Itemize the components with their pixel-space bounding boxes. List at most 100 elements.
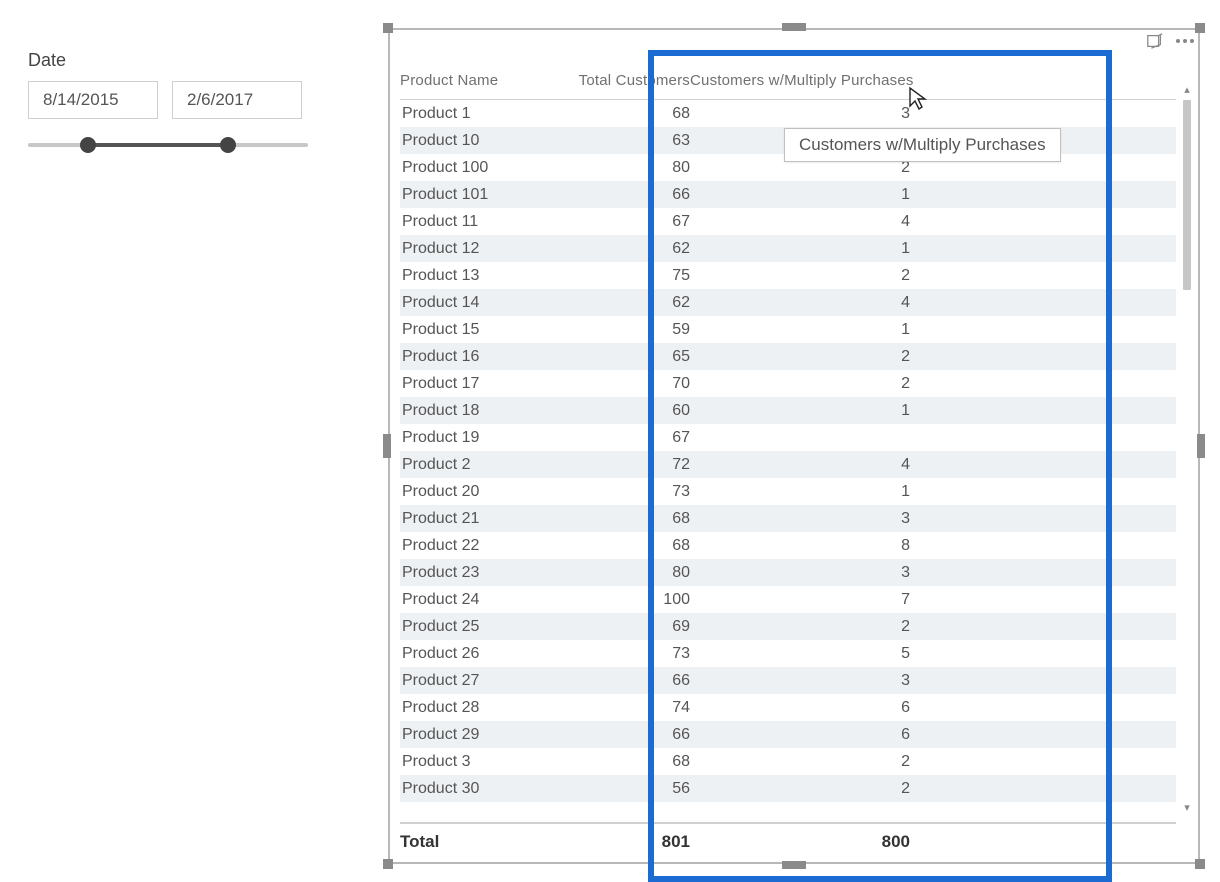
cell-total-customers: 69 [550, 613, 690, 640]
total-label: Total [400, 832, 550, 852]
cell-multi-purchases: 6 [690, 721, 910, 748]
table-row[interactable]: Product 25692 [400, 613, 1176, 640]
cell-total-customers: 68 [550, 505, 690, 532]
cell-multi-purchases: 3 [690, 100, 910, 127]
slicer-title: Date [28, 50, 328, 71]
cell-multi-purchases: 2 [690, 775, 910, 802]
cell-total-customers: 73 [550, 640, 690, 667]
resize-handle[interactable] [782, 861, 806, 869]
table-row[interactable]: Product 22688 [400, 532, 1176, 559]
cell-total-customers: 62 [550, 289, 690, 316]
cell-product-name: Product 101 [400, 181, 550, 208]
table-visual[interactable]: Product Name Total Customers Customers w… [388, 28, 1200, 864]
cell-product-name: Product 25 [400, 613, 550, 640]
table-row[interactable]: Product 14624 [400, 289, 1176, 316]
cell-product-name: Product 21 [400, 505, 550, 532]
date-slicer[interactable]: Date 8/14/2015 2/6/2017 [28, 50, 328, 161]
date-end-input[interactable]: 2/6/2017 [172, 81, 302, 119]
cell-product-name: Product 26 [400, 640, 550, 667]
cell-multi-purchases: 3 [690, 505, 910, 532]
cell-total-customers: 72 [550, 451, 690, 478]
cell-product-name: Product 10 [400, 127, 550, 154]
cell-multi-purchases: 1 [690, 316, 910, 343]
resize-handle[interactable] [383, 23, 393, 33]
table-body: Product 1683Product 1063Product 100802Pr… [400, 99, 1176, 822]
table-row[interactable]: Product 21683 [400, 505, 1176, 532]
table-row[interactable]: Product 20731 [400, 478, 1176, 505]
more-options-icon[interactable] [1174, 30, 1196, 52]
scroll-thumb[interactable] [1183, 100, 1191, 290]
cell-multi-purchases: 5 [690, 640, 910, 667]
cell-product-name: Product 23 [400, 559, 550, 586]
resize-handle[interactable] [1195, 23, 1205, 33]
table-row[interactable]: Product 29666 [400, 721, 1176, 748]
table: Product Name Total Customers Customers w… [400, 64, 1176, 852]
table-row[interactable]: Product 101661 [400, 181, 1176, 208]
column-header[interactable]: Product Name [400, 72, 550, 89]
cell-product-name: Product 14 [400, 289, 550, 316]
cell-multi-purchases: 2 [690, 613, 910, 640]
table-row[interactable]: Product 2724 [400, 451, 1176, 478]
date-start-input[interactable]: 8/14/2015 [28, 81, 158, 119]
focus-mode-icon[interactable] [1144, 30, 1166, 52]
cell-product-name: Product 100 [400, 154, 550, 181]
table-row[interactable]: Product 27663 [400, 667, 1176, 694]
cell-total-customers: 66 [550, 181, 690, 208]
cell-product-name: Product 13 [400, 262, 550, 289]
resize-handle[interactable] [1195, 859, 1205, 869]
cell-multi-purchases: 3 [690, 667, 910, 694]
total-value: 801 [550, 832, 690, 852]
cell-total-customers: 68 [550, 532, 690, 559]
date-range-slider[interactable] [28, 131, 308, 161]
table-row[interactable]: Product 18601 [400, 397, 1176, 424]
resize-handle[interactable] [1197, 434, 1205, 458]
column-header[interactable]: Total Customers [550, 72, 690, 89]
table-scrollbar[interactable]: ▴ ▾ [1180, 82, 1194, 814]
cell-multi-purchases [690, 424, 910, 451]
scroll-down-icon[interactable]: ▾ [1180, 800, 1194, 814]
column-header[interactable]: Customers w/Multiply Purchases [690, 72, 910, 89]
table-row[interactable]: Product 23803 [400, 559, 1176, 586]
table-row[interactable]: Product 1683 [400, 100, 1176, 127]
table-row[interactable]: Product 12621 [400, 235, 1176, 262]
resize-handle[interactable] [383, 859, 393, 869]
cell-total-customers: 70 [550, 370, 690, 397]
cell-total-customers: 68 [550, 748, 690, 775]
cell-total-customers: 56 [550, 775, 690, 802]
table-row[interactable]: Product 241007 [400, 586, 1176, 613]
table-row[interactable]: Product 30562 [400, 775, 1176, 802]
cell-multi-purchases: 1 [690, 235, 910, 262]
cell-total-customers: 100 [550, 586, 690, 613]
table-row[interactable]: Product 13752 [400, 262, 1176, 289]
total-value: 800 [690, 832, 910, 852]
resize-handle[interactable] [782, 23, 806, 31]
slider-handle-start[interactable] [80, 137, 96, 153]
cell-multi-purchases: 1 [690, 397, 910, 424]
slider-handle-end[interactable] [220, 137, 236, 153]
cell-multi-purchases: 4 [690, 451, 910, 478]
table-row[interactable]: Product 11674 [400, 208, 1176, 235]
table-row[interactable]: Product 16652 [400, 343, 1176, 370]
cell-product-name: Product 2 [400, 451, 550, 478]
table-total-row: Total 801 800 [400, 822, 1176, 852]
cell-multi-purchases: 2 [690, 262, 910, 289]
cell-product-name: Product 29 [400, 721, 550, 748]
table-row[interactable]: Product 17702 [400, 370, 1176, 397]
cell-multi-purchases: 4 [690, 289, 910, 316]
cell-product-name: Product 30 [400, 775, 550, 802]
table-row[interactable]: Product 1967 [400, 424, 1176, 451]
cell-multi-purchases: 2 [690, 748, 910, 775]
table-row[interactable]: Product 28746 [400, 694, 1176, 721]
cell-multi-purchases: 6 [690, 694, 910, 721]
table-row[interactable]: Product 3682 [400, 748, 1176, 775]
table-row[interactable]: Product 26735 [400, 640, 1176, 667]
cell-multi-purchases: 1 [690, 478, 910, 505]
cell-product-name: Product 16 [400, 343, 550, 370]
resize-handle[interactable] [383, 434, 391, 458]
cell-total-customers: 67 [550, 208, 690, 235]
cell-total-customers: 65 [550, 343, 690, 370]
cell-total-customers: 80 [550, 559, 690, 586]
scroll-up-icon[interactable]: ▴ [1180, 82, 1194, 96]
cell-product-name: Product 17 [400, 370, 550, 397]
table-row[interactable]: Product 15591 [400, 316, 1176, 343]
